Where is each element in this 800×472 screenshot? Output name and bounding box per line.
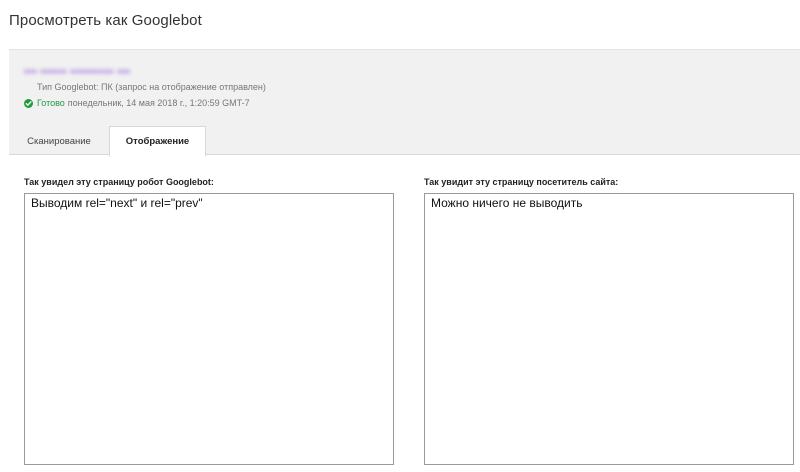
googlebot-view-label: Так увидел эту страницу робот Googlebot: [24,177,214,187]
page-title: Просмотреть как Googlebot [9,12,202,29]
visitor-view-label: Так увидит эту страницу посетитель сайта… [424,177,619,187]
tab-render[interactable]: Отображение [109,126,206,157]
fetch-info-panel: ••• •••••• •••••••••• ••• Тип Googlebot:… [9,49,800,157]
googlebot-render-text: Выводим rel="next" и rel="prev" [31,196,203,210]
visitor-render-frame[interactable]: Можно ничего не выводить [424,193,794,465]
googlebot-type: Тип Googlebot: ПК (запрос на отображение… [37,82,266,92]
googlebot-render-frame[interactable]: Выводим rel="next" и rel="prev" [24,193,394,465]
visitor-render-text: Можно ничего не выводить [431,196,583,210]
fetch-status: Готово понедельник, 14 мая 2018 г., 1:20… [24,98,250,108]
status-word: Готово [37,98,65,108]
status-timestamp: понедельник, 14 мая 2018 г., 1:20:59 GMT… [67,98,250,108]
tab-bar: Сканирование Отображение [9,126,800,157]
tab-crawl[interactable]: Сканирование [9,126,109,156]
check-circle-icon [24,98,33,108]
fetched-url[interactable]: ••• •••••• •••••••••• ••• [24,66,130,78]
